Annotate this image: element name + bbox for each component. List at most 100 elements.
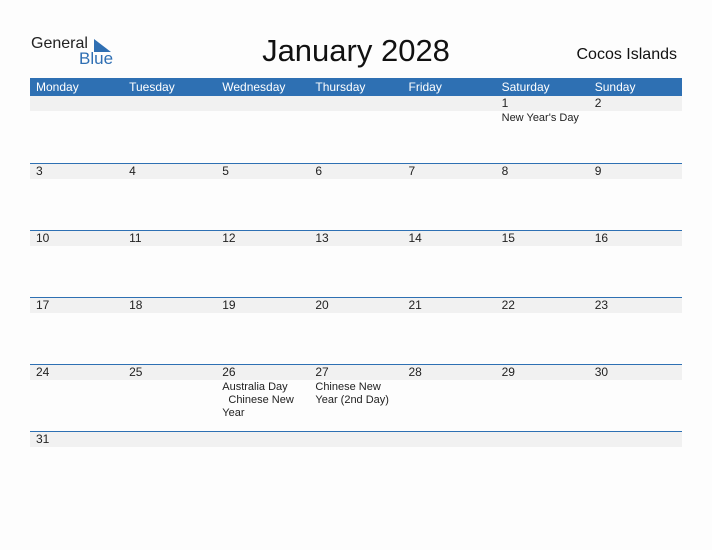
day-cell xyxy=(309,96,402,125)
day-cell: 30 xyxy=(589,365,682,420)
day-number: 16 xyxy=(594,231,609,245)
day-number: 31 xyxy=(36,432,50,446)
day-cell xyxy=(30,96,123,125)
day-number: 10 xyxy=(36,231,50,245)
day-number xyxy=(315,96,402,111)
weekday-monday: Monday xyxy=(36,80,79,94)
day-number: 13 xyxy=(315,231,329,245)
weekday-wednesday: Wednesday xyxy=(222,80,286,94)
day-cell xyxy=(403,96,496,125)
day-cell: 20 xyxy=(309,298,402,313)
day-number xyxy=(222,96,309,111)
day-cell: 8 xyxy=(496,164,589,179)
day-cell: 14 xyxy=(403,231,496,246)
day-cell xyxy=(309,432,402,447)
day-cell: 5 xyxy=(216,164,309,179)
day-cell: 15 xyxy=(496,231,589,246)
day-number: 20 xyxy=(315,298,329,312)
day-number xyxy=(36,96,123,111)
weekday-sunday: Sunday xyxy=(594,80,636,94)
day-number: 7 xyxy=(408,164,416,178)
day-number: 15 xyxy=(501,231,515,245)
day-number: 14 xyxy=(408,231,422,245)
weekday-thursday: Thursday xyxy=(315,80,366,94)
day-number: 4 xyxy=(129,164,136,178)
day-number: 11 xyxy=(129,231,142,245)
day-cell xyxy=(589,432,682,447)
day-cell: 11 xyxy=(123,231,216,246)
day-number xyxy=(595,432,682,447)
holiday-label: Chinese New Year (2nd Day) xyxy=(315,381,389,406)
week-row: 24 25 26 Australia Day Chinese New Year 27 Ch… xyxy=(30,364,682,431)
day-number: 23 xyxy=(594,298,609,312)
day-number: 22 xyxy=(501,298,515,312)
day-cell: 25 xyxy=(123,365,216,420)
day-number: 17 xyxy=(36,298,50,312)
day-cell: 16 xyxy=(589,231,682,246)
day-number: 8 xyxy=(501,164,509,178)
calendar-grid: Monday Tuesday Wednesday Thursday Friday Satu… xyxy=(30,78,682,451)
day-cell: 19 xyxy=(216,298,309,313)
day-number: 12 xyxy=(222,231,236,245)
day-number: 28 xyxy=(408,365,422,379)
day-cell xyxy=(216,432,309,447)
day-number: 5 xyxy=(222,164,229,178)
day-number: 25 xyxy=(129,365,143,379)
day-cell xyxy=(123,96,216,125)
week-row: 17 18 19 20 21 22 23 xyxy=(30,297,682,364)
day-cell: 3 xyxy=(30,164,123,179)
day-number: 29 xyxy=(501,365,515,379)
day-number: 6 xyxy=(315,164,323,178)
day-cell: 17 xyxy=(30,298,123,313)
day-cell: 22 xyxy=(496,298,589,313)
holiday-label: New Year's Day xyxy=(501,112,579,124)
day-cell: 10 xyxy=(30,231,123,246)
day-number xyxy=(502,432,589,447)
day-number: 2 xyxy=(594,96,602,110)
holiday-label: Australia Day Chinese New Year xyxy=(222,381,294,419)
day-cell xyxy=(496,432,589,447)
day-number: 1 xyxy=(501,96,509,110)
day-number xyxy=(129,96,216,111)
day-cell: 7 xyxy=(403,164,496,179)
day-number: 3 xyxy=(36,164,43,178)
day-number xyxy=(315,432,402,447)
day-cell: 2 xyxy=(589,96,682,125)
weekday-header: Monday Tuesday Wednesday Thursday Friday Satu… xyxy=(30,78,682,96)
day-cell: 27 Chinese New Year (2nd Day) xyxy=(309,365,402,420)
day-number: 27 xyxy=(315,365,329,379)
week-row: 31 xyxy=(30,431,682,451)
day-number xyxy=(222,432,309,447)
day-number: 18 xyxy=(129,298,143,312)
day-number xyxy=(409,432,496,447)
weekday-tuesday: Tuesday xyxy=(129,80,175,94)
day-number: 26 xyxy=(222,365,236,379)
day-cell: 4 xyxy=(123,164,216,179)
day-cell: 12 xyxy=(216,231,309,246)
day-cell: 31 xyxy=(30,432,123,447)
day-cell: 26 Australia Day Chinese New Year xyxy=(216,365,309,420)
day-cell xyxy=(403,432,496,447)
day-number: 9 xyxy=(594,164,602,178)
day-cell: 21 xyxy=(403,298,496,313)
day-cell: 24 xyxy=(30,365,123,420)
day-cell: 18 xyxy=(123,298,216,313)
day-number: 19 xyxy=(222,298,236,312)
day-cell xyxy=(216,96,309,125)
day-cell: 9 xyxy=(589,164,682,179)
day-number xyxy=(409,96,496,111)
day-number: 24 xyxy=(36,365,50,379)
day-cell: 1 New Year's Day xyxy=(496,96,589,125)
day-cell xyxy=(123,432,216,447)
day-cell: 6 xyxy=(309,164,402,179)
day-number xyxy=(129,432,216,447)
day-cell: 28 xyxy=(403,365,496,420)
day-cell: 29 xyxy=(496,365,589,420)
week-row: 1 New Year's Day 2 xyxy=(30,96,682,163)
weekday-saturday: Saturday xyxy=(501,80,550,94)
week-row: 3 4 5 6 7 8 9 xyxy=(30,163,682,230)
week-row: 10 11 12 13 14 15 16 xyxy=(30,230,682,297)
day-number: 30 xyxy=(594,365,609,379)
day-cell: 23 xyxy=(589,298,682,313)
weekday-friday: Friday xyxy=(408,80,442,94)
